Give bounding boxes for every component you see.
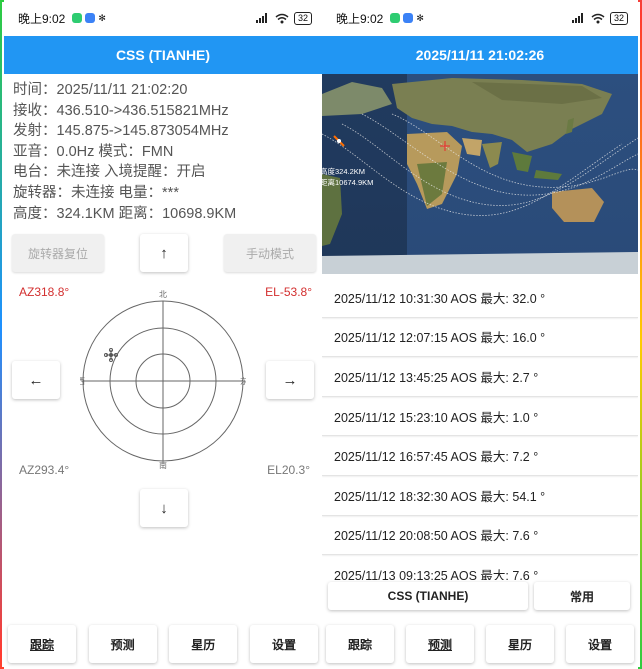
bluetooth-icon: ✻ (416, 12, 424, 23)
status-time: 晚上9:02 (336, 11, 384, 26)
bottom-navigation: 跟踪 预测 星历 设置 (322, 625, 638, 663)
list-item[interactable]: 2025/11/12 13:45:25 AOS 最大: 2.7 ° (322, 357, 638, 397)
battery-icon: 32 (609, 11, 628, 25)
nav-prediction[interactable]: 预测 (88, 625, 157, 663)
compass-south: 南 (159, 460, 167, 470)
list-item[interactable]: 2025/11/12 12:07:15 AOS 最大: 16.0 ° (322, 318, 638, 358)
page-title: 2025/11/11 21:02:26 (322, 36, 638, 74)
nav-settings[interactable]: 设置 (566, 625, 634, 663)
manual-mode-button[interactable]: 手动模式 (224, 234, 316, 272)
list-item[interactable]: 2025/11/12 20:08:50 AOS 最大: 7.6 ° (322, 516, 638, 556)
nav-prediction[interactable]: 预测 (406, 625, 474, 663)
signal-icon (255, 13, 267, 23)
list-item[interactable]: 2025/11/12 10:31:30 AOS 最大: 32.0 ° (322, 278, 638, 318)
world-map-graphic: 高度324.2KM 距离10674.9KM (322, 74, 638, 274)
wifi-icon (275, 13, 289, 23)
info-tone-mode: 亚音：0.0Hz 模式：FMN (13, 143, 174, 160)
list-item[interactable]: 2025/11/12 18:32:30 AOS 最大: 54.1 ° (322, 476, 638, 516)
nav-ephemeris[interactable]: 星历 (486, 625, 554, 663)
info-rotator: 旋转器：未连接 电量：*** (13, 184, 179, 201)
satellite-info: 时间：2025/11/11 21:02:20 接收：436.510->436.5… (4, 74, 322, 224)
satellite-select-button[interactable]: CSS (TIANHE) (328, 582, 528, 610)
bluetooth-icon: ✻ (98, 12, 106, 23)
info-time: 时间：2025/11/11 21:02:20 (13, 82, 188, 98)
map-distance-label: 距离10674.9KM (322, 177, 373, 187)
compass-east: 东 (240, 376, 246, 386)
right-arrow-button[interactable]: → (266, 361, 314, 399)
map-height-label: 高度324.2KM (322, 166, 365, 176)
list-item[interactable]: 2025/11/12 16:57:45 AOS 最大: 7.2 ° (322, 436, 638, 476)
status-bar: 晚上9:02 ✻ 32 (4, 0, 322, 36)
app-notification-icon (85, 13, 96, 23)
info-altitude: 高度：324.1KM 距离：10698.9KM (13, 205, 237, 222)
wifi-icon (591, 13, 605, 23)
nav-tracking[interactable]: 跟踪 (8, 625, 76, 663)
info-receive: 接收：436.510->436.515821MHz (13, 102, 229, 119)
current-elevation: EL-53.8° (265, 285, 312, 299)
down-arrow-button[interactable]: ↓ (140, 489, 188, 527)
status-bar: 晚上9:02 ✻ 32 (322, 0, 638, 36)
prediction-screen: 晚上9:02 ✻ 32 2025/11/11 21:02:26 高度324.2K… (322, 0, 638, 669)
app-notification-icon (72, 13, 83, 23)
nav-ephemeris[interactable]: 星历 (169, 625, 238, 663)
bottom-navigation: 跟踪 预测 星历 设置 (4, 625, 322, 663)
info-transmit: 发射：145.875->145.873054MHz (13, 123, 229, 140)
current-azimuth: AZ318.8° (19, 285, 70, 299)
list-item[interactable]: 2025/11/12 15:23:10 AOS 最大: 1.0 ° (322, 397, 638, 437)
battery-icon: 32 (293, 11, 312, 25)
nav-settings[interactable]: 设置 (249, 625, 318, 663)
tracking-screen: 晚上9:02 ✻ 32 CSS (TIANHE) 时间：2025/11/11 2… (4, 0, 322, 669)
signal-icon (571, 13, 583, 23)
list-item[interactable]: 2025/11/13 09:13:25 AOS 最大: 7.6 ° (322, 555, 638, 580)
world-map[interactable]: 高度324.2KM 距离10674.9KM (322, 74, 638, 274)
compass-west: 西 (80, 377, 85, 386)
target-elevation: EL20.3° (267, 463, 310, 477)
status-time: 晚上9:02 (18, 11, 66, 26)
satellite-marker-icon (104, 348, 118, 362)
app-notification-icon (403, 13, 414, 23)
info-radio: 电台：未连接 入境提醒：开启 (13, 164, 206, 181)
radar-polar-plot: 北 南 西 东 (80, 290, 246, 470)
up-arrow-button[interactable]: ↑ (140, 234, 188, 272)
compass-north: 北 (159, 290, 167, 299)
pass-list[interactable]: 2025/11/12 10:31:30 AOS 最大: 32.0 ° 2025/… (322, 278, 638, 580)
rotator-reset-button[interactable]: 旋转器复位 (12, 234, 104, 272)
left-arrow-button[interactable]: ← (12, 361, 60, 399)
page-title: CSS (TIANHE) (4, 36, 322, 74)
favorites-button[interactable]: 常用 (534, 582, 630, 610)
target-azimuth: AZ293.4° (19, 463, 70, 477)
nav-tracking[interactable]: 跟踪 (326, 625, 394, 663)
app-notification-icon (390, 13, 401, 23)
